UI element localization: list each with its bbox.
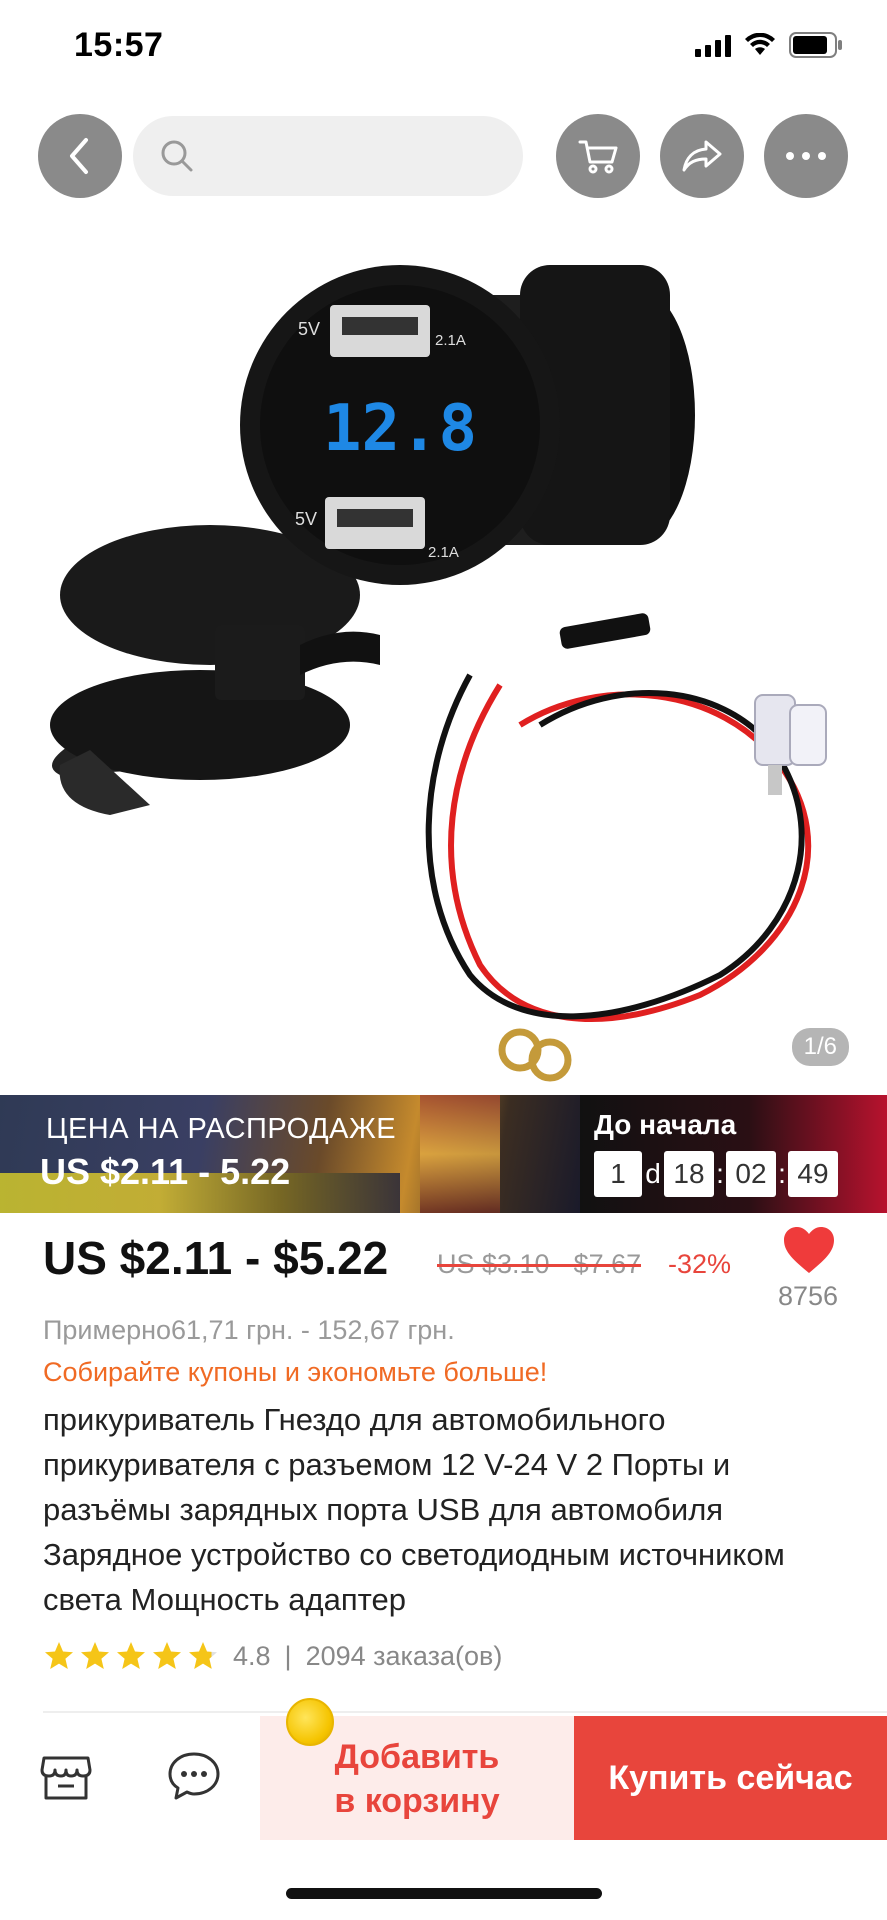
search-input[interactable] [203, 126, 503, 186]
rating-separator: | [284, 1640, 292, 1671]
product-image[interactable]: 12.8 5V 5V 2.1A 2.1A 1/6 [0, 205, 887, 1095]
product-photo: 12.8 5V 5V 2.1A 2.1A [50, 265, 827, 1082]
sale-banner[interactable]: ЦЕНА НА РАСПРОДАЖЕ US $2.11 - 5.22 До на… [0, 1095, 887, 1213]
status-time: 15:57 [74, 26, 164, 64]
back-arrow-icon [70, 138, 88, 174]
star-icon [45, 1642, 73, 1669]
top-nav [0, 113, 887, 199]
more-button[interactable] [764, 114, 848, 198]
add-to-cart-label-line2: в корзину [334, 1782, 500, 1820]
coupon-link[interactable]: Собирайте купоны и экономьте больше! [43, 1357, 547, 1388]
rating-value: 4.8 [233, 1640, 271, 1671]
star-icon [81, 1642, 109, 1669]
orders-count: 2094 заказа(ов) [305, 1640, 503, 1671]
approx-price: Примерно61,71 грн. - 152,67 грн. [43, 1315, 455, 1345]
svg-text:2.1A: 2.1A [435, 332, 466, 349]
chat-button[interactable] [164, 1746, 224, 1806]
price-row: US $2.11 - $5.22 US $3.10 - $7.67 -32% 8… [0, 1225, 887, 1311]
store-button[interactable] [36, 1746, 96, 1806]
status-bar: 15:57 [0, 0, 887, 96]
battery-icon [789, 32, 842, 58]
star-icon [189, 1642, 217, 1669]
discount-badge: -32% [668, 1249, 732, 1279]
image-counter: 1/6 [791, 1028, 849, 1066]
original-price: US $3.10 - $7.67 [437, 1249, 642, 1280]
signal-icon [695, 33, 731, 57]
coin-icon [286, 1698, 334, 1746]
likes-count: 8756 [778, 1281, 839, 1311]
more-icon [786, 152, 826, 160]
countdown-separator: : [778, 1158, 786, 1189]
countdown-hours: 18 [664, 1151, 714, 1197]
status-icons [695, 32, 843, 58]
countdown-timer: 1 d 18 : 02 : 49 [594, 1151, 838, 1197]
home-indicator [286, 1888, 602, 1899]
current-price: US $2.11 - $5.22 [43, 1232, 389, 1284]
countdown-separator: : [716, 1158, 724, 1189]
countdown-days-unit: d [645, 1158, 661, 1189]
rating-stars [43, 1640, 219, 1672]
back-button[interactable] [38, 114, 122, 198]
svg-text:5V: 5V [295, 509, 317, 529]
countdown-days: 1 [594, 1151, 642, 1197]
star-icon [153, 1642, 181, 1669]
rating-row[interactable]: 4.8 | 2094 заказа(ов) [43, 1636, 502, 1676]
share-icon [682, 140, 722, 172]
wifi-icon [745, 33, 775, 55]
countdown-seconds: 49 [788, 1151, 838, 1197]
share-button[interactable] [660, 114, 744, 198]
divider [43, 1711, 887, 1713]
countdown-label: До начала [594, 1109, 737, 1140]
product-title: прикуриватель Гнездо для автомобильного … [43, 1402, 785, 1617]
buy-now-button[interactable]: Купить сейчас [574, 1716, 887, 1840]
svg-text:12.8: 12.8 [323, 392, 477, 466]
countdown-panel: До начала 1 d 18 : 02 : 49 [580, 1095, 887, 1213]
svg-text:2.1A: 2.1A [428, 544, 459, 561]
store-icon [40, 1756, 92, 1800]
search-bar[interactable] [133, 116, 523, 196]
sale-price: US $2.11 - 5.22 [40, 1151, 291, 1192]
sale-title: ЦЕНА НА РАСПРОДАЖЕ [46, 1113, 397, 1145]
heart-icon[interactable] [782, 1225, 836, 1275]
star-icon [117, 1642, 145, 1669]
search-icon [161, 140, 193, 172]
cart-button[interactable] [556, 114, 640, 198]
cart-icon [578, 140, 618, 174]
svg-text:5V: 5V [298, 319, 320, 339]
countdown-minutes: 02 [726, 1151, 776, 1197]
bottom-action-bar: Добавить в корзину Купить сейчас [0, 1698, 887, 1840]
chat-icon [168, 1752, 220, 1800]
